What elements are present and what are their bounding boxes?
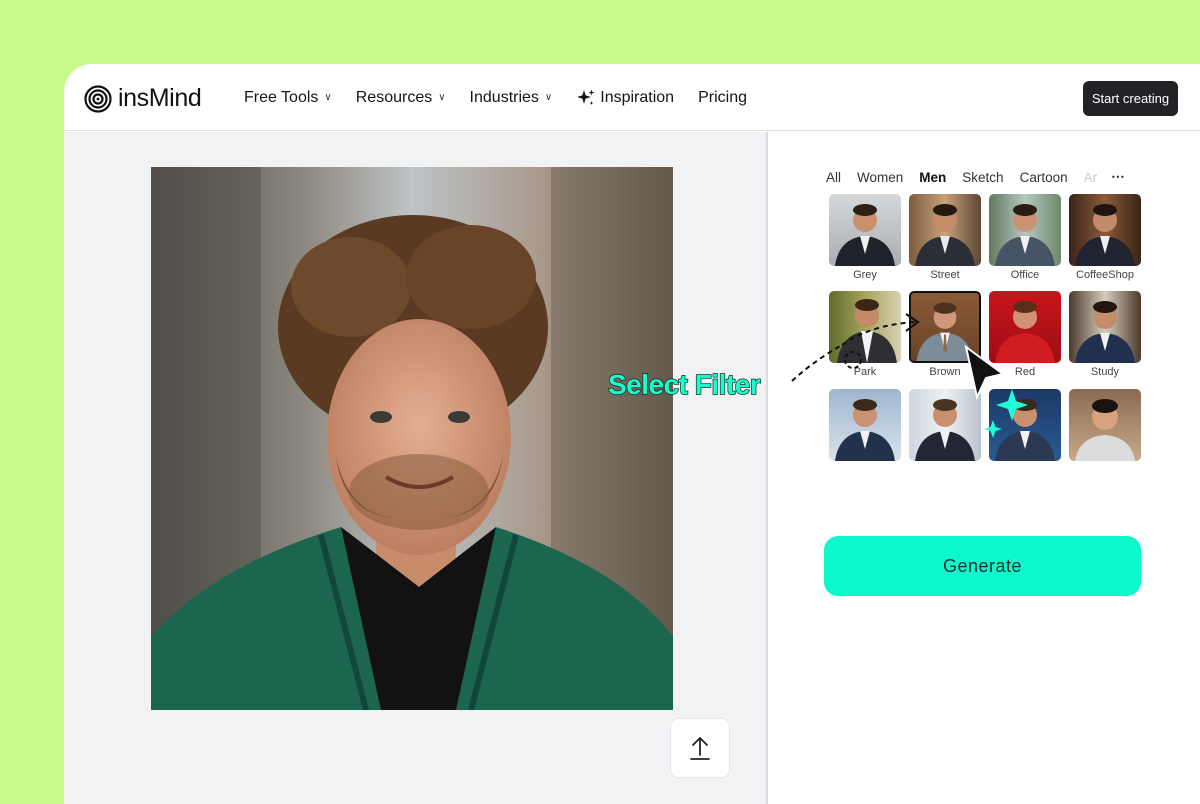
filter-label (909, 464, 981, 470)
filter-item-park[interactable]: Park (829, 291, 901, 378)
top-nav-bar: insMind Free Tools ∨ Resources ∨ Industr… (64, 64, 1200, 131)
chevron-down-icon: ∨ (438, 91, 446, 103)
filter-thumbnail (989, 194, 1061, 266)
nav-label: Industries (469, 89, 539, 106)
filter-item[interactable] (1069, 389, 1141, 470)
tab-cartoon[interactable]: Cartoon (1020, 170, 1068, 185)
filter-label (989, 464, 1061, 470)
uploaded-portrait-photo (151, 167, 673, 710)
filter-label: Park (853, 366, 877, 378)
filter-thumbnail (909, 389, 981, 461)
tab-art[interactable]: Ar (1084, 170, 1098, 185)
upload-button[interactable] (670, 718, 730, 778)
filter-item-coffeeshop[interactable]: CoffeeShop (1069, 194, 1141, 281)
app-window: insMind Free Tools ∨ Resources ∨ Industr… (64, 64, 1200, 804)
filter-label (829, 464, 901, 470)
filter-item-study[interactable]: Study (1069, 291, 1141, 378)
filter-item[interactable] (909, 389, 981, 470)
brand-logo[interactable]: insMind (84, 84, 202, 113)
chevron-down-icon: ∨ (544, 91, 553, 103)
start-creating-button[interactable]: Start creating (1083, 81, 1178, 116)
filter-panel: All Women Men Sketch Cartoon Ar ⋯ Grey S… (768, 132, 1200, 804)
chevron-down-icon: ∨ (324, 91, 332, 103)
filter-thumbnail (909, 194, 981, 266)
filter-label: Red (1014, 366, 1036, 378)
more-horizontal-icon[interactable]: ⋯ (1111, 169, 1126, 185)
tab-sketch[interactable]: Sketch (962, 170, 1003, 185)
filter-thumbnail (1069, 389, 1141, 461)
nav-label: Free Tools (244, 89, 319, 106)
upload-icon (690, 737, 710, 760)
main-nav: Free Tools ∨ Resources ∨ Industries ∨ In… (244, 88, 771, 108)
nav-label: Inspiration (600, 89, 675, 106)
filter-label: Brown (929, 366, 961, 378)
nav-industries[interactable]: Industries ∨ (470, 89, 553, 107)
filter-item[interactable] (829, 389, 901, 470)
logo-mark-icon (84, 84, 112, 113)
nav-free-tools[interactable]: Free Tools ∨ (244, 89, 332, 107)
filter-item-brown[interactable]: Brown (909, 291, 981, 378)
filter-thumbnail (1069, 291, 1141, 363)
filter-thumbnail (829, 291, 901, 363)
filter-thumbnail (1069, 194, 1141, 266)
nav-pricing[interactable]: Pricing (698, 89, 747, 107)
filter-item[interactable] (989, 389, 1061, 470)
filter-thumbnail-selected (909, 291, 981, 363)
tab-all[interactable]: All (826, 170, 841, 185)
generate-button[interactable]: Generate (824, 536, 1141, 596)
filter-item-office[interactable]: Office (989, 194, 1061, 281)
filter-item-street[interactable]: Street (909, 194, 981, 281)
filter-item-red[interactable]: Red (989, 291, 1061, 378)
sparkle-icon (577, 89, 595, 105)
nav-resources[interactable]: Resources ∨ (356, 89, 446, 107)
filter-tabs: All Women Men Sketch Cartoon Ar ⋯ (826, 169, 1126, 185)
filter-thumbnail (989, 389, 1061, 461)
filter-label: Office (1010, 269, 1040, 281)
filter-thumbnail (829, 194, 901, 266)
image-canvas (64, 132, 766, 804)
filter-label: Street (930, 269, 960, 281)
tab-men[interactable]: Men (919, 170, 946, 185)
filter-thumbnail (989, 291, 1061, 363)
filter-label: Study (1090, 366, 1120, 378)
nav-label: Pricing (698, 89, 747, 106)
tab-women[interactable]: Women (857, 170, 903, 185)
portrait-image (151, 167, 673, 710)
filter-item-grey[interactable]: Grey (829, 194, 901, 281)
brand-name: insMind (118, 84, 202, 112)
filter-label: Grey (853, 269, 877, 281)
select-filter-annotation: Select Filter (607, 368, 761, 400)
filter-thumbnail (829, 389, 901, 461)
filter-label (1069, 464, 1141, 470)
filter-label: CoffeeShop (1076, 269, 1134, 281)
nav-inspiration[interactable]: Inspiration (576, 88, 674, 108)
nav-label: Resources (355, 89, 433, 106)
